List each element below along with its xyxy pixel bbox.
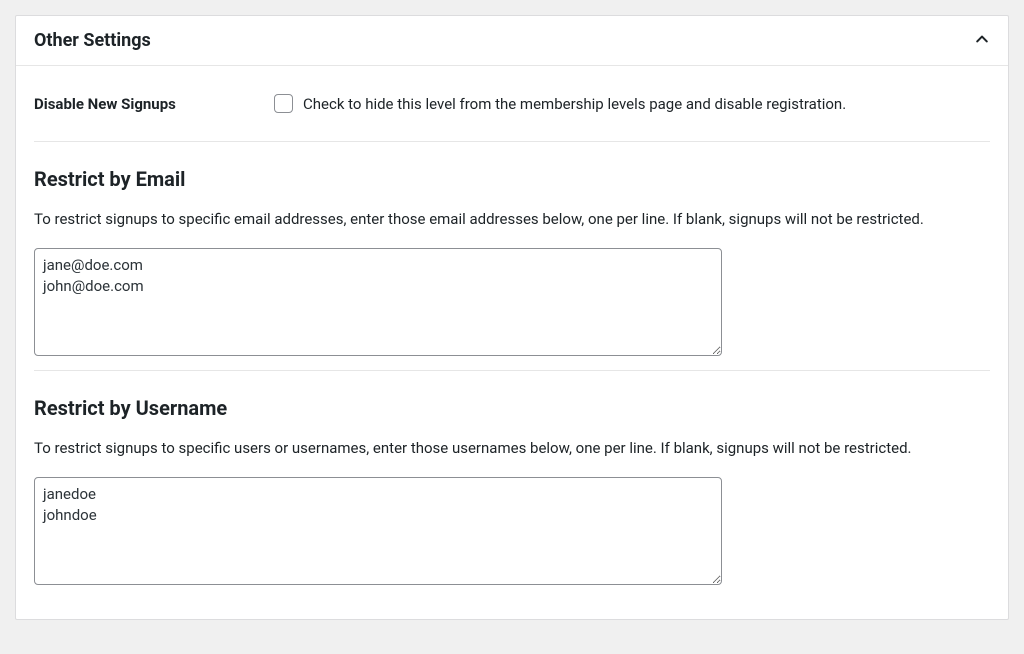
restrict-email-section: Restrict by Email To restrict signups to… (34, 142, 990, 370)
panel-title: Other Settings (34, 30, 151, 51)
chevron-up-icon (974, 31, 990, 51)
other-settings-panel: Other Settings Disable New Signups Check… (15, 15, 1009, 620)
panel-header-toggle[interactable]: Other Settings (16, 16, 1008, 65)
disable-signups-label: Disable New Signups (34, 95, 274, 113)
disable-signups-control: Check to hide this level from the member… (274, 94, 846, 113)
restrict-username-heading: Restrict by Username (34, 396, 990, 420)
restrict-email-description: To restrict signups to specific email ad… (34, 209, 990, 230)
restrict-email-textarea[interactable] (34, 248, 722, 356)
disable-signups-row: Disable New Signups Check to hide this l… (34, 66, 990, 141)
restrict-username-section: Restrict by Username To restrict signups… (34, 371, 990, 599)
restrict-username-textarea[interactable] (34, 477, 722, 585)
restrict-username-description: To restrict signups to specific users or… (34, 438, 990, 459)
disable-signups-description: Check to hide this level from the member… (303, 95, 846, 113)
restrict-email-heading: Restrict by Email (34, 167, 990, 191)
disable-signups-checkbox[interactable] (274, 94, 293, 113)
panel-body: Disable New Signups Check to hide this l… (16, 65, 1008, 619)
